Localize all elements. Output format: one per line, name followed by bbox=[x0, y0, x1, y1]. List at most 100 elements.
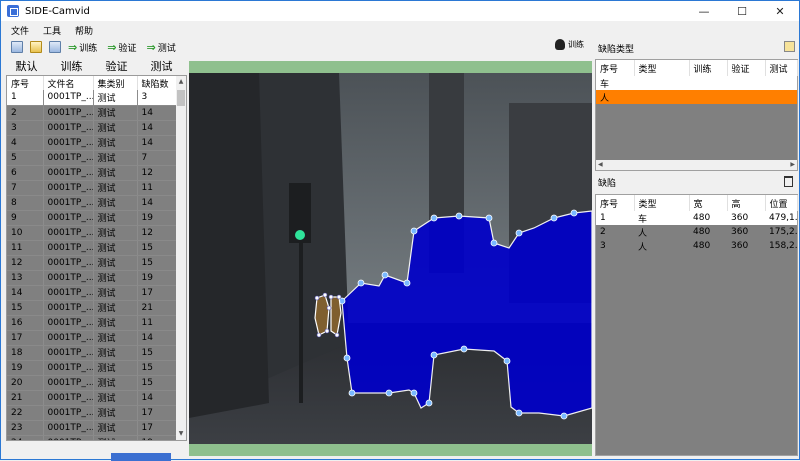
table-row[interactable]: 23 0001TP_... 测试 17 bbox=[7, 420, 178, 436]
column-header[interactable]: 测试 bbox=[765, 60, 798, 76]
column-header[interactable]: 集类别 bbox=[93, 76, 138, 90]
column-header[interactable]: 验证 bbox=[727, 60, 766, 76]
close-button[interactable]: ✕ bbox=[761, 1, 799, 21]
table-row[interactable]: 14 0001TP_... 测试 17 bbox=[7, 285, 178, 301]
column-header[interactable]: 类型 bbox=[634, 60, 690, 76]
table-row[interactable]: 20 0001TP_... 测试 15 bbox=[7, 375, 178, 391]
scroll-right-icon[interactable]: ▶ bbox=[790, 161, 795, 168]
table-row[interactable]: 7 0001TP_... 测试 11 bbox=[7, 180, 178, 196]
table-cell: 0001TP_... bbox=[43, 360, 94, 376]
image-icon[interactable] bbox=[49, 41, 61, 53]
open-folder-icon[interactable] bbox=[30, 41, 42, 53]
tab-validate[interactable]: 验证 bbox=[94, 58, 139, 74]
column-header[interactable]: 序号 bbox=[596, 60, 635, 76]
column-header[interactable]: 缺陷数 bbox=[137, 76, 178, 90]
tab-train[interactable]: 训练 bbox=[49, 58, 94, 74]
table-cell: 0001TP_... bbox=[43, 150, 94, 166]
trash-icon[interactable] bbox=[784, 176, 793, 187]
table-cell: 11 bbox=[7, 240, 44, 256]
file-table-scrollbar[interactable]: ▲ ▼ bbox=[176, 76, 186, 440]
column-header[interactable]: 训练 bbox=[689, 60, 728, 76]
table-cell: 15 bbox=[137, 240, 178, 256]
table-row[interactable]: 1 0001TP_... 测试 3 bbox=[7, 90, 178, 106]
table-row[interactable]: 240001TP_...测试19 bbox=[7, 435, 178, 440]
column-header[interactable]: 序号 bbox=[596, 195, 635, 211]
column-header[interactable]: 类型 bbox=[634, 195, 690, 211]
table-cell: 18 bbox=[7, 345, 44, 361]
table-cell: 测试 bbox=[93, 120, 138, 136]
scroll-left-icon[interactable]: ◀ bbox=[598, 161, 603, 168]
column-header[interactable]: 位置 bbox=[765, 195, 798, 211]
column-header[interactable]: 高 bbox=[727, 195, 766, 211]
table-row[interactable]: 22 0001TP_... 测试 17 bbox=[7, 405, 178, 421]
table-cell: 19 bbox=[137, 435, 178, 440]
table-cell: 0001TP_... bbox=[43, 375, 94, 391]
edit-icon[interactable] bbox=[784, 41, 795, 52]
table-row[interactable]: 11 0001TP_... 测试 15 bbox=[7, 240, 178, 256]
scroll-down-icon[interactable]: ▼ bbox=[176, 430, 186, 440]
train-status-button[interactable]: 训练 bbox=[555, 39, 584, 50]
table-cell: 车 bbox=[634, 211, 689, 225]
table-cell: 3 bbox=[137, 90, 178, 106]
scroll-up-icon[interactable]: ▲ bbox=[176, 78, 186, 88]
train-button[interactable]: ⇒ 训练 bbox=[68, 41, 97, 54]
table-cell: 17 bbox=[137, 285, 178, 301]
table-cell: 0001TP_... bbox=[43, 90, 94, 106]
table-cell: 12 bbox=[7, 255, 44, 271]
menu-file[interactable]: 文件 bbox=[11, 24, 29, 37]
table-cell: 5 bbox=[7, 150, 44, 166]
maximize-button[interactable]: ☐ bbox=[723, 1, 761, 21]
tab-default[interactable]: 默认 bbox=[4, 58, 49, 74]
table-row[interactable]: 12 0001TP_... 测试 15 bbox=[7, 255, 178, 271]
app-icon bbox=[7, 5, 19, 17]
table-cell: 7 bbox=[7, 180, 44, 196]
scroll-thumb[interactable] bbox=[177, 90, 185, 106]
tab-test[interactable]: 测试 bbox=[139, 58, 184, 74]
image-canvas[interactable] bbox=[189, 73, 592, 444]
defect-type-row[interactable]: 人 bbox=[596, 90, 797, 104]
table-row[interactable]: 16 0001TP_... 测试 11 bbox=[7, 315, 178, 331]
table-cell: 17 bbox=[137, 420, 178, 436]
table-cell: 15 bbox=[137, 375, 178, 391]
test-button[interactable]: ⇒ 测试 bbox=[146, 41, 175, 54]
column-header[interactable]: 序号 bbox=[7, 76, 44, 90]
traffic-light-green bbox=[295, 230, 305, 240]
table-row[interactable]: 9 0001TP_... 测试 19 bbox=[7, 210, 178, 226]
table-row[interactable]: 6 0001TP_... 测试 12 bbox=[7, 165, 178, 181]
minimize-button[interactable]: — bbox=[685, 1, 723, 21]
table-cell: 14 bbox=[137, 120, 178, 136]
table-row[interactable]: 10 0001TP_... 测试 12 bbox=[7, 225, 178, 241]
defect-type-row[interactable]: 车 bbox=[596, 76, 797, 90]
table-row[interactable]: 8 0001TP_... 测试 14 bbox=[7, 195, 178, 211]
table-cell: 360 bbox=[731, 227, 749, 237]
defect-row[interactable]: 2 人 480 360 175,2... bbox=[596, 225, 797, 239]
table-cell: 17 bbox=[7, 330, 44, 346]
table-cell: 14 bbox=[137, 330, 178, 346]
menu-tools[interactable]: 工具 bbox=[43, 24, 61, 37]
table-row[interactable]: 4 0001TP_... 测试 14 bbox=[7, 135, 178, 151]
table-row[interactable]: 2 0001TP_... 测试 14 bbox=[7, 105, 178, 121]
defect-type-scrollbar[interactable]: ◀ ▶ bbox=[596, 160, 797, 170]
table-cell: 479,1... bbox=[765, 211, 797, 225]
column-header[interactable]: 文件名 bbox=[43, 76, 94, 90]
table-row[interactable]: 17 0001TP_... 测试 14 bbox=[7, 330, 178, 346]
save-icon[interactable] bbox=[11, 41, 23, 53]
table-cell: 12 bbox=[137, 225, 178, 241]
table-row[interactable]: 13 0001TP_... 测试 19 bbox=[7, 270, 178, 286]
table-cell: 6 bbox=[7, 165, 44, 181]
table-cell: 0001TP_... bbox=[43, 285, 94, 301]
menu-help[interactable]: 帮助 bbox=[75, 24, 93, 37]
column-header[interactable]: 宽 bbox=[689, 195, 728, 211]
table-row[interactable]: 21 0001TP_... 测试 14 bbox=[7, 390, 178, 406]
table-row[interactable]: 15 0001TP_... 测试 21 bbox=[7, 300, 178, 316]
defect-row[interactable]: 1车480360479,1... bbox=[596, 211, 797, 225]
table-row[interactable]: 18 0001TP_... 测试 15 bbox=[7, 345, 178, 361]
validate-button[interactable]: ⇒ 验证 bbox=[107, 41, 136, 54]
table-cell: 0001TP_... bbox=[43, 165, 94, 181]
table-row[interactable]: 19 0001TP_... 测试 15 bbox=[7, 360, 178, 376]
table-cell: 人 bbox=[638, 228, 648, 239]
table-row[interactable]: 5 0001TP_... 测试 7 bbox=[7, 150, 178, 166]
table-row[interactable]: 3 0001TP_... 测试 14 bbox=[7, 120, 178, 136]
table-cell: 测试 bbox=[93, 225, 138, 241]
defect-row[interactable]: 3 人 480 360 158,2... bbox=[596, 239, 797, 253]
